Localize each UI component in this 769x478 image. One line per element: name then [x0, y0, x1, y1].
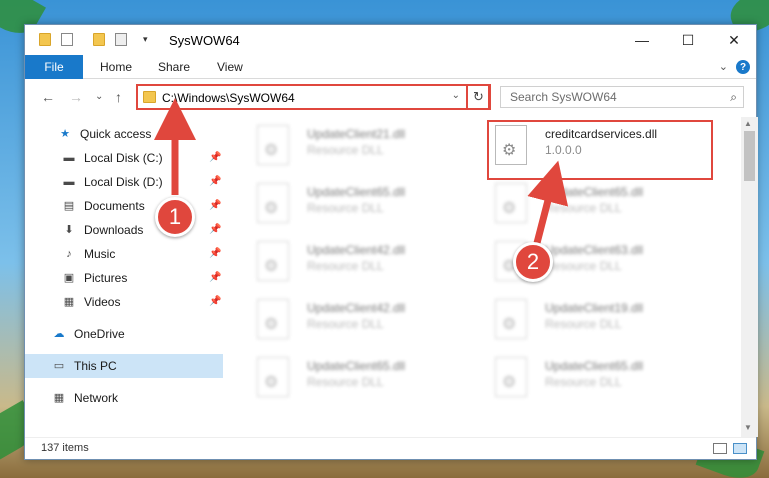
arrow-to-file — [527, 160, 569, 244]
file-explorer-window: ▾ SysWOW64 — ☐ ✕ File Home Share View ⌄ … — [24, 24, 758, 460]
callout-badge-1: 1 — [155, 197, 195, 237]
callout-badge-2: 2 — [513, 242, 553, 282]
callout-arrows — [154, 98, 569, 244]
